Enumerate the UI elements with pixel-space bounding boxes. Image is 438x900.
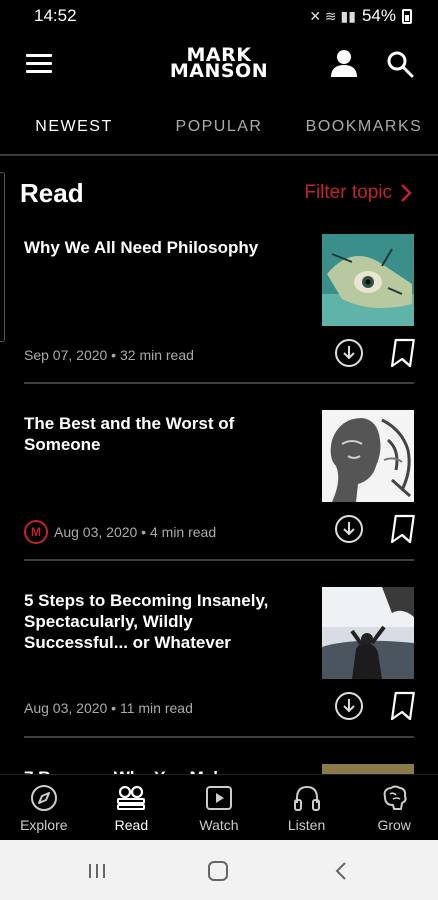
compass-icon [30,785,57,811]
play-icon [205,786,232,810]
article-divider [24,736,414,738]
nav-watch[interactable]: Watch [175,775,263,840]
system-nav-bar [0,840,438,900]
article-title[interactable]: The Best and the Worst of Someone [24,413,294,455]
battery-icon [402,8,412,24]
premium-badge-icon: M [24,520,48,544]
download-icon[interactable] [334,514,364,544]
drawer-handle[interactable] [0,172,5,342]
article-card[interactable]: 5 Steps to Becoming Insanely, Spectacula… [24,587,416,727]
nav-listen[interactable]: Listen [263,775,351,840]
bookmark-icon[interactable] [388,338,416,368]
nav-label: Watch [199,817,239,833]
bookmark-icon[interactable] [388,514,416,544]
nav-label: Explore [20,817,68,833]
logo-line-2: MANSON [169,60,269,82]
nav-label: Listen [287,817,326,833]
download-icon[interactable] [334,338,364,368]
article-meta: Aug 03, 2020 • 11 min read [24,700,193,716]
tab-bar: NEWEST POPULAR BOOKMARKS [0,104,438,154]
status-bar: 14:52 ✕ ≋ ▮▮ 54% [0,0,438,32]
status-time: 14:52 [34,6,77,25]
status-indicators: ✕ ≋ ▮▮ 54% [309,6,412,26]
user-icon[interactable] [329,48,359,78]
tab-newest[interactable]: NEWEST [0,104,148,154]
filter-topic-label: Filter topic [304,182,392,203]
article-thumbnail[interactable] [322,410,414,502]
article-title[interactable]: 5 Steps to Becoming Insanely, Spectacula… [24,590,294,653]
article-thumbnail[interactable] [322,587,414,679]
article-meta: Sep 07, 2020 • 32 min read [24,347,194,363]
download-icon[interactable] [334,691,364,721]
section-title: Read [20,178,84,208]
tab-bookmarks[interactable]: BOOKMARKS [290,104,438,154]
nav-explore[interactable]: Explore [0,775,88,840]
article-meta: M Aug 03, 2020 • 4 min read [24,520,216,544]
tab-divider [0,154,438,156]
status-icons: ✕ ≋ ▮▮ [309,7,356,24]
headphones-icon [293,785,320,811]
chevron-right-icon [401,184,412,202]
recents-icon[interactable] [88,864,106,878]
home-icon[interactable] [208,861,228,881]
tab-popular[interactable]: POPULAR [148,104,290,154]
article-thumbnail[interactable] [322,234,414,326]
article-meta-text: Aug 03, 2020 • 4 min read [54,524,217,540]
brain-icon [383,785,407,810]
article-card[interactable]: The Best and the Worst of Someone M Aug … [24,410,416,550]
nav-label: Grow [377,817,411,833]
search-icon[interactable] [386,50,414,78]
bookmark-icon[interactable] [388,691,416,721]
bottom-nav: Explore Read Watch Listen Grow [0,774,438,840]
article-title[interactable]: Why We All Need Philosophy [24,237,294,258]
top-bar: MARK MANSON [0,36,438,92]
filter-topic-button[interactable]: Filter topic [304,182,412,204]
article-divider [24,382,414,384]
article-card[interactable]: Why We All Need Philosophy Sep 07, 2020 … [24,234,416,374]
article-divider [24,559,414,561]
battery-percent: 54% [361,6,396,25]
logo: MARK MANSON [0,46,438,82]
book-icon [117,785,146,810]
nav-label: Read [114,817,149,833]
nav-grow[interactable]: Grow [350,775,438,840]
back-icon[interactable] [334,862,348,880]
nav-read[interactable]: Read [88,775,176,840]
